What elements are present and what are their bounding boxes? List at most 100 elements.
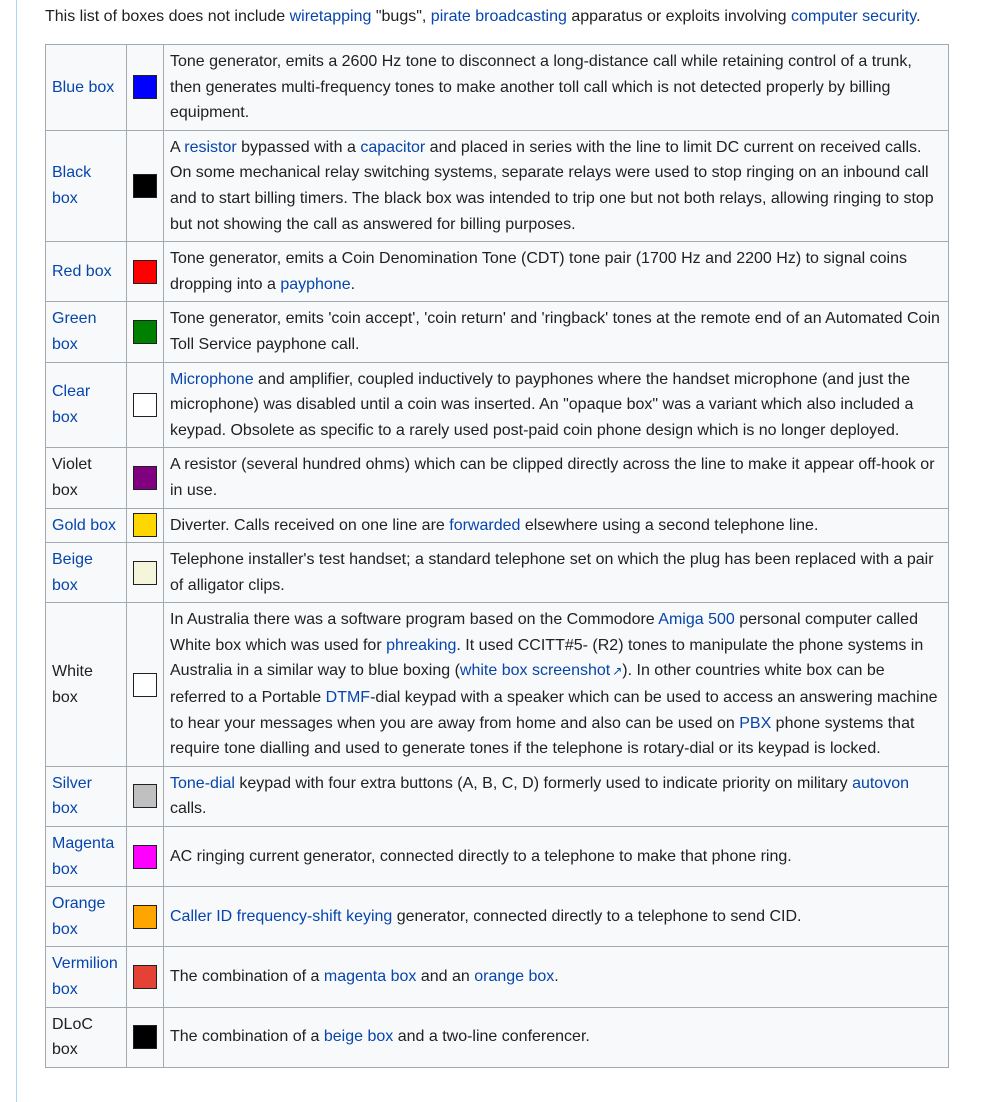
color-swatch-cell	[126, 602, 164, 767]
box-name-cell: Silver box	[45, 765, 127, 828]
link-phreaking[interactable]: phreaking	[386, 637, 456, 654]
description-text: .	[350, 275, 356, 293]
box-description-cell: Tone generator, emits a 2600 Hz tone to …	[163, 44, 949, 131]
description-text: bypassed with a	[236, 138, 361, 156]
box-description-cell: A resistor bypassed with a capacitor and…	[163, 129, 949, 243]
box-name-orange-box[interactable]: Orange box	[52, 895, 105, 938]
table-row: Black box A resistor bypassed with a capa…	[45, 129, 949, 243]
color-swatch-cell	[126, 765, 164, 828]
table-row: Violet box A resistor (several hundred oh…	[45, 447, 949, 509]
box-name-blue-box[interactable]: Blue box	[52, 79, 114, 96]
link-payphone[interactable]: payphone	[280, 276, 350, 293]
box-name-white-box: White box	[52, 662, 93, 706]
color-swatch	[133, 672, 157, 697]
box-name-cell: Black box	[45, 129, 127, 243]
color-swatch-cell	[126, 1006, 164, 1068]
box-description-cell: A resistor (several hundred ohms) which …	[163, 447, 949, 509]
box-description-cell: Telephone installer's test handset; a st…	[163, 542, 949, 604]
color-swatch	[133, 173, 157, 198]
box-name-cell: Magenta box	[45, 826, 127, 888]
box-description-cell: Caller ID frequency-shift keying generat…	[163, 886, 949, 948]
color-swatch-cell	[126, 44, 164, 131]
box-description-cell: Tone-dial keypad with four extra buttons…	[163, 765, 949, 828]
link-autovon[interactable]: autovon	[852, 775, 909, 792]
box-name-cell: Blue box	[45, 44, 127, 131]
box-name-silver-box[interactable]: Silver box	[52, 775, 92, 818]
box-name-violet-box: Violet box	[52, 456, 92, 499]
box-name-cell: Gold box	[45, 507, 127, 544]
table-row: Vermilion box The combination of a magent…	[45, 946, 949, 1008]
article-content: This list of boxes does not include wire…	[45, 0, 955, 1068]
boxes-table: Blue box Tone generator, emits a 2600 Hz …	[45, 44, 949, 1068]
link-white-box-screenshot[interactable]: white box screenshot ↗	[460, 662, 622, 679]
link-tone-dial[interactable]: Tone-dial	[170, 775, 235, 792]
color-swatch	[133, 964, 157, 989]
box-description-cell: Tone generator, emits 'coin accept', 'co…	[163, 301, 949, 363]
link-wiretapping[interactable]: wiretapping	[290, 8, 372, 25]
link-microphone[interactable]: Microphone	[170, 371, 254, 388]
link-magenta-box[interactable]: magenta box	[324, 968, 417, 985]
color-swatch	[133, 319, 157, 344]
link-beige-box[interactable]: beige box	[324, 1028, 393, 1045]
link-orange-box[interactable]: orange box	[474, 968, 554, 985]
color-swatch-cell	[126, 542, 164, 604]
box-name-cell: Clear box	[45, 361, 127, 449]
box-name-green-box[interactable]: Green box	[52, 310, 96, 353]
box-name-cell: Green box	[45, 301, 127, 363]
box-name-beige-box[interactable]: Beige box	[52, 551, 93, 594]
box-name-magenta-box[interactable]: Magenta box	[52, 835, 114, 878]
box-name-gold-box[interactable]: Gold box	[52, 517, 116, 534]
table-row: DLoC box The combination of a beige box a…	[45, 1006, 949, 1068]
intro-text-2: "bugs",	[371, 8, 431, 25]
box-name-cell: Violet box	[45, 447, 127, 509]
color-swatch-cell	[126, 129, 164, 243]
boxes-table-body: Blue box Tone generator, emits a 2600 Hz …	[45, 44, 949, 1068]
table-row: Clear box Microphone and amplifier, coupl…	[45, 361, 949, 449]
external-link-icon: ↗	[612, 664, 623, 679]
color-swatch	[133, 784, 157, 809]
table-row: Orange box Caller ID frequency-shift keyi…	[45, 886, 949, 948]
description-text: A resistor (several hundred ohms) which …	[170, 456, 935, 499]
link-pirate-broadcasting[interactable]: pirate broadcasting	[431, 8, 567, 25]
color-swatch-cell	[126, 301, 164, 363]
link-capacitor[interactable]: capacitor	[360, 139, 425, 156]
link-resistor[interactable]: resistor	[184, 139, 236, 156]
description-text: In Australia there was a software progra…	[170, 611, 659, 629]
link-amiga-500[interactable]: Amiga 500	[658, 611, 735, 628]
color-swatch-cell	[126, 886, 164, 948]
intro-paragraph: This list of boxes does not include wire…	[45, 5, 955, 29]
box-name-red-box[interactable]: Red box	[52, 263, 112, 280]
color-swatch	[133, 844, 157, 869]
link-dtmf[interactable]: DTMF	[326, 689, 370, 706]
box-description-cell: AC ringing current generator, connected …	[163, 826, 949, 888]
description-text: calls.	[170, 800, 207, 818]
color-swatch	[133, 259, 157, 284]
description-text: .	[554, 968, 559, 986]
description-text: A	[170, 138, 185, 156]
description-text: Tone generator, emits 'coin accept', 'co…	[170, 310, 940, 353]
table-row: Beige box Telephone installer's test hand…	[45, 542, 949, 604]
box-description-cell: The combination of a magenta box and an …	[163, 946, 949, 1008]
table-row: Red box Tone generator, emits a Coin Deno…	[45, 241, 949, 303]
description-text: generator, connected directly to a telep…	[392, 908, 802, 926]
color-swatch-cell	[126, 826, 164, 888]
description-text: The combination of a	[170, 1028, 324, 1046]
table-row: Gold box Diverter. Calls received on one …	[45, 507, 949, 544]
table-row: Blue box Tone generator, emits a 2600 Hz …	[45, 44, 949, 131]
box-name-clear-box[interactable]: Clear box	[52, 383, 90, 426]
box-name-black-box[interactable]: Black box	[52, 164, 91, 207]
color-swatch-cell	[126, 241, 164, 303]
box-description-cell: Tone generator, emits a Coin Denominatio…	[163, 241, 949, 303]
description-text: Diverter. Calls received on one line are	[170, 516, 450, 534]
link-pbx[interactable]: PBX	[739, 715, 771, 732]
box-name-cell: Vermilion box	[45, 946, 127, 1008]
link-caller-id-frequency-shift-keying[interactable]: Caller ID frequency-shift keying	[170, 908, 392, 925]
box-name-cell: DLoC box	[45, 1006, 127, 1068]
box-name-vermilion-box[interactable]: Vermilion box	[52, 955, 118, 998]
link-computer-security[interactable]: computer security	[791, 8, 916, 25]
color-swatch-cell	[126, 447, 164, 509]
description-text: and an	[416, 968, 475, 986]
link-forwarded[interactable]: forwarded	[449, 517, 520, 534]
box-name-dloc-box: DLoC box	[52, 1015, 93, 1059]
description-text: and amplifier, coupled inductively to pa…	[170, 370, 914, 439]
